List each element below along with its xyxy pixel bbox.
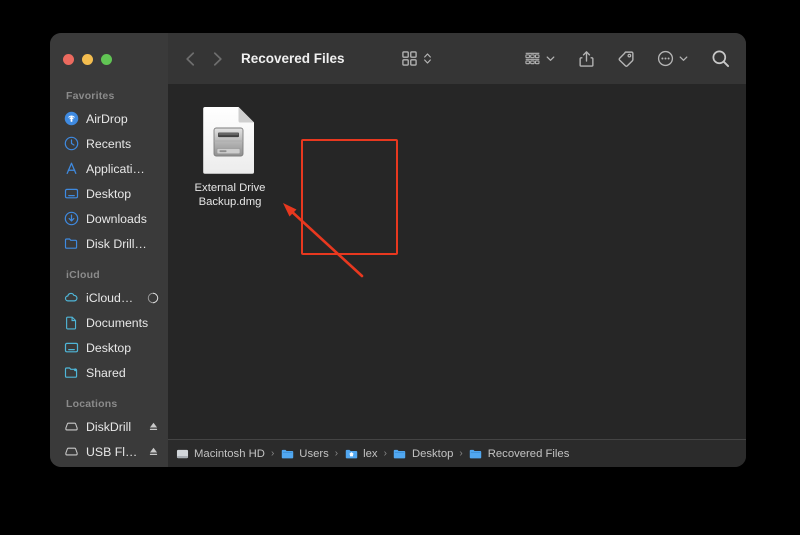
- home-folder-icon: [344, 447, 358, 460]
- breadcrumb-recovered-files[interactable]: Recovered Files: [469, 447, 570, 460]
- grid-view-icon[interactable]: [401, 50, 418, 67]
- breadcrumb-label: Desktop: [411, 447, 454, 460]
- airdrop-icon: [64, 111, 79, 126]
- path-bar: Macintosh HD › Users › lex › Desktop › R…: [168, 439, 746, 467]
- close-button[interactable]: [63, 54, 74, 65]
- file-item[interactable]: External Drive Backup.dmg: [184, 96, 276, 209]
- page-title: Recovered Files: [241, 51, 345, 66]
- sidebar-item-desktop-icloud[interactable]: Desktop: [50, 335, 168, 360]
- shared-folder-icon: [64, 365, 79, 380]
- sidebar-item-label: Applicati…: [86, 161, 145, 176]
- breadcrumb-macintosh-hd[interactable]: Macintosh HD: [175, 447, 265, 460]
- breadcrumb-desktop[interactable]: Desktop: [393, 447, 453, 460]
- view-switcher[interactable]: [401, 50, 433, 67]
- sync-progress-icon: [147, 292, 168, 304]
- document-icon: [64, 315, 79, 330]
- breadcrumb-separator: ›: [383, 447, 387, 459]
- applications-icon: [64, 161, 79, 176]
- cloud-icon: [64, 290, 79, 305]
- breadcrumb-lex[interactable]: lex: [344, 447, 378, 460]
- folder-icon: [469, 447, 483, 460]
- screenshot-root: Favorites AirDrop Recents Applicati… Des…: [0, 0, 800, 535]
- window-controls: [63, 54, 112, 65]
- chevron-down-icon[interactable]: [678, 53, 689, 64]
- sidebar-section-locations-title: Locations: [66, 398, 118, 410]
- sidebar-item-label: Disk Drill…: [86, 236, 147, 251]
- sidebar: Favorites AirDrop Recents Applicati… Des…: [50, 33, 168, 467]
- sidebar-item-label: Recents: [86, 136, 132, 151]
- sidebar-item-documents[interactable]: Documents: [50, 310, 168, 335]
- sidebar-item-label: Desktop: [86, 340, 132, 355]
- sidebar-section-favorites-title: Favorites: [66, 90, 115, 102]
- maximize-button[interactable]: [101, 54, 112, 65]
- sidebar-section-icloud-title: iCloud: [66, 269, 100, 281]
- folder-icon: [64, 236, 79, 251]
- sidebar-item-label: Documents: [86, 315, 149, 330]
- breadcrumb-users[interactable]: Users: [280, 447, 329, 460]
- updown-chevron-icon[interactable]: [422, 51, 433, 66]
- share-icon[interactable]: [578, 50, 595, 68]
- sidebar-item-label: Downloads: [86, 211, 147, 226]
- file-name-label: External Drive Backup.dmg: [194, 182, 266, 208]
- sidebar-item-usb-flash[interactable]: USB Fl…: [50, 439, 168, 464]
- breadcrumb-label: lex: [363, 447, 378, 460]
- sidebar-item-label: DiskDrill: [86, 419, 132, 434]
- sidebar-item-downloads[interactable]: Downloads: [50, 206, 168, 231]
- desktop-icon: [64, 186, 79, 201]
- sidebar-item-applications[interactable]: Applicati…: [50, 156, 168, 181]
- file-grid[interactable]: External Drive Backup.dmg: [168, 84, 746, 439]
- finder-window: Favorites AirDrop Recents Applicati… Des…: [50, 33, 746, 467]
- breadcrumb-label: Recovered Files: [487, 447, 570, 460]
- sidebar-item-disk-drill[interactable]: Disk Drill…: [50, 231, 168, 256]
- sidebar-item-label: AirDrop: [86, 111, 128, 126]
- chevron-down-icon[interactable]: [545, 53, 556, 64]
- main-pane: Recovered Files External Drive Backup.dm…: [168, 33, 746, 467]
- group-by-control[interactable]: [524, 50, 556, 67]
- sidebar-item-label: USB Fl…: [86, 444, 138, 459]
- sidebar-item-label: Desktop: [86, 186, 132, 201]
- breadcrumb-label: Macintosh HD: [194, 447, 265, 460]
- breadcrumb-separator: ›: [334, 447, 339, 459]
- breadcrumb-label: Users: [299, 447, 329, 460]
- ellipsis-circle-icon[interactable]: [657, 50, 674, 67]
- sidebar-item-icloud-drive[interactable]: iCloud…: [50, 285, 168, 310]
- back-button[interactable]: [178, 46, 204, 72]
- eject-icon[interactable]: [148, 421, 168, 432]
- drive-icon: [64, 419, 79, 434]
- breadcrumb-separator: ›: [459, 447, 463, 459]
- folder-icon: [393, 447, 407, 460]
- hard-drive-icon: [175, 447, 189, 460]
- sidebar-item-desktop[interactable]: Desktop: [50, 181, 168, 206]
- tag-icon[interactable]: [617, 50, 635, 68]
- eject-icon[interactable]: [148, 446, 168, 457]
- toolbar: Recovered Files: [168, 33, 746, 84]
- clock-icon: [64, 136, 79, 151]
- more-actions-control[interactable]: [657, 50, 689, 67]
- group-by-icon[interactable]: [524, 50, 541, 67]
- forward-button[interactable]: [204, 46, 230, 72]
- sidebar-item-label: Shared: [86, 365, 126, 380]
- annotation-highlight-box: [301, 139, 398, 255]
- downloads-icon: [64, 211, 79, 226]
- breadcrumb-separator: ›: [270, 447, 275, 459]
- sidebar-item-shared[interactable]: Shared: [50, 360, 168, 385]
- minimize-button[interactable]: [82, 54, 93, 65]
- sidebar-item-diskdrill-volume[interactable]: DiskDrill: [50, 414, 168, 439]
- dmg-disk-image-icon: [201, 104, 259, 176]
- sidebar-item-airdrop[interactable]: AirDrop: [50, 106, 168, 131]
- desktop-icon: [64, 340, 79, 355]
- window-body: Favorites AirDrop Recents Applicati… Des…: [50, 33, 746, 467]
- sidebar-item-label: iCloud…: [86, 290, 134, 305]
- folder-icon: [280, 447, 294, 460]
- search-icon[interactable]: [711, 49, 730, 68]
- drive-icon: [64, 444, 79, 459]
- sidebar-item-recents[interactable]: Recents: [50, 131, 168, 156]
